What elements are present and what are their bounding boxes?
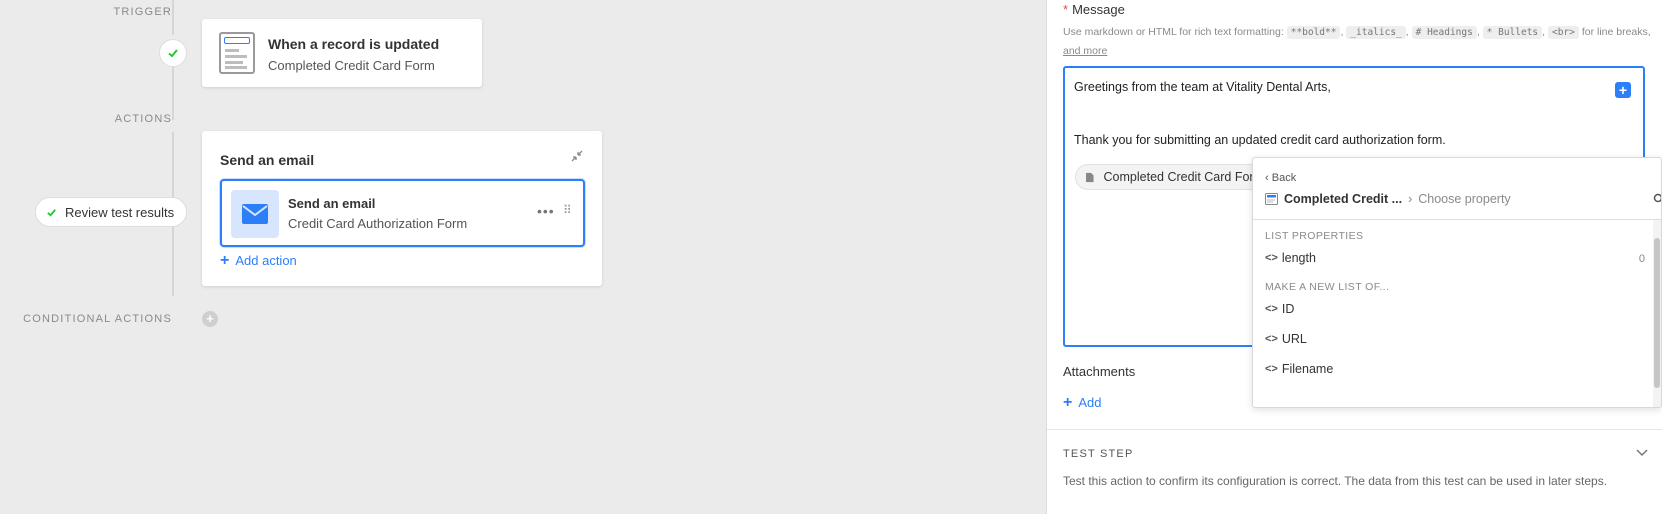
chevron-left-icon: ‹ xyxy=(1265,172,1269,184)
chevron-down-icon[interactable] xyxy=(1636,445,1648,460)
record-form-icon xyxy=(219,32,255,74)
property-label: length xyxy=(1281,251,1316,265)
formatting-help: Use markdown or HTML for rich text forma… xyxy=(1063,26,1651,57)
add-conditional-icon[interactable]: + xyxy=(202,311,218,327)
headings-chip: # Headings xyxy=(1411,26,1477,39)
list-properties-heading: LIST PROPERTIES xyxy=(1265,230,1364,242)
br-chip: <br> xyxy=(1548,26,1579,39)
italics-chip: _italics_ xyxy=(1346,26,1406,39)
length-count: 0 xyxy=(1638,253,1645,265)
field-token[interactable]: Completed Credit Card Form xyxy=(1075,164,1275,190)
property-item-filename[interactable]: <> Filename xyxy=(1265,362,1333,376)
back-button[interactable]: ‹ Back xyxy=(1265,172,1296,184)
help-prefix: Use markdown or HTML for rich text forma… xyxy=(1063,26,1284,38)
search-icon[interactable] xyxy=(1653,193,1661,208)
editor-line-2[interactable]: Thank you for submitting an updated cred… xyxy=(1074,133,1446,147)
add-attachment-label: Add xyxy=(1078,395,1102,410)
action-title: Send an email xyxy=(288,196,376,211)
scroll-thumb[interactable] xyxy=(1654,238,1660,388)
flow-line xyxy=(172,67,174,120)
trigger-title: When a record is updated xyxy=(268,36,440,52)
field-token-label: Completed Credit Card Form xyxy=(1103,170,1264,184)
help-suffix: for line breaks, xyxy=(1581,26,1651,38)
bullets-chip: * Bullets xyxy=(1482,26,1543,39)
send-email-action[interactable]: Send an email Credit Card Authorization … xyxy=(220,179,585,247)
trigger-status-check xyxy=(159,39,187,67)
editor-line-1[interactable]: Greetings from the team at Vitality Dent… xyxy=(1074,80,1331,94)
trigger-subtitle: Completed Credit Card Form xyxy=(268,58,435,73)
bold-chip: **bold** xyxy=(1286,26,1341,39)
back-label: Back xyxy=(1271,172,1297,184)
conditional-actions-label: CONDITIONAL ACTIONS xyxy=(23,313,172,325)
flow-line xyxy=(172,0,174,35)
check-icon xyxy=(47,208,56,217)
insert-field-icon[interactable]: + xyxy=(1615,82,1631,98)
new-list-heading: MAKE A NEW LIST OF... xyxy=(1265,281,1390,293)
property-picker-dropdown: ‹ Back Completed Credit ... › Choose pro… xyxy=(1252,157,1662,408)
property-item-length[interactable]: <> length xyxy=(1265,251,1316,265)
trigger-card[interactable]: When a record is updated Completed Credi… xyxy=(202,19,482,87)
path-separator: › xyxy=(1408,192,1413,206)
property-label: Filename xyxy=(1281,362,1334,376)
code-icon: <> xyxy=(1265,363,1278,375)
plus-icon: + xyxy=(220,252,230,269)
code-icon: <> xyxy=(1265,252,1278,264)
test-step-title[interactable]: TEST STEP xyxy=(1063,448,1134,460)
drag-handle-icon[interactable]: ⠿ xyxy=(563,203,572,217)
email-icon xyxy=(231,190,279,238)
dropdown-scrollbar[interactable] xyxy=(1653,220,1661,407)
property-item-id[interactable]: <> ID xyxy=(1265,302,1294,316)
property-label: ID xyxy=(1281,302,1295,316)
property-item-url[interactable]: <> URL xyxy=(1265,332,1307,346)
message-label-text: Message xyxy=(1072,2,1125,17)
code-icon: <> xyxy=(1265,303,1278,315)
actions-section-label: ACTIONS xyxy=(114,113,172,125)
trigger-section-label: TRIGGER xyxy=(113,6,172,18)
collapse-icon[interactable] xyxy=(570,149,586,165)
automation-canvas: TRIGGER When a record is updated Complet… xyxy=(0,0,1046,514)
message-field-label: * Message xyxy=(1063,2,1125,17)
action-group-title: Send an email xyxy=(220,152,315,168)
action-subtitle: Credit Card Authorization Form xyxy=(288,216,468,231)
code-icon: <> xyxy=(1265,333,1278,345)
property-label: URL xyxy=(1281,332,1307,346)
add-action-label: Add action xyxy=(235,253,297,268)
property-path: Completed Credit ... › Choose property xyxy=(1265,192,1511,206)
ellipsis-icon[interactable]: ••• xyxy=(537,203,555,219)
action-group-card: Send an email Send an email Credit Card … xyxy=(202,131,602,286)
choose-property-placeholder[interactable]: Choose property xyxy=(1418,192,1510,206)
add-action-button[interactable]: + Add action xyxy=(220,252,297,270)
attachments-label: Attachments xyxy=(1063,364,1136,379)
divider xyxy=(1047,429,1662,430)
plus-icon: + xyxy=(1063,394,1073,411)
path-table-name[interactable]: Completed Credit ... xyxy=(1284,192,1402,206)
divider xyxy=(1253,219,1661,220)
review-test-results-button[interactable]: Review test results xyxy=(35,197,188,227)
check-icon xyxy=(168,49,178,58)
add-attachment-button[interactable]: + Add xyxy=(1063,394,1101,412)
table-icon xyxy=(1265,193,1278,205)
test-step-description: Test this action to confirm its configur… xyxy=(1063,474,1608,488)
review-label: Review test results xyxy=(65,204,175,220)
required-marker: * xyxy=(1063,2,1069,17)
document-icon xyxy=(1086,172,1094,182)
and-more-link[interactable]: and more xyxy=(1063,45,1107,57)
